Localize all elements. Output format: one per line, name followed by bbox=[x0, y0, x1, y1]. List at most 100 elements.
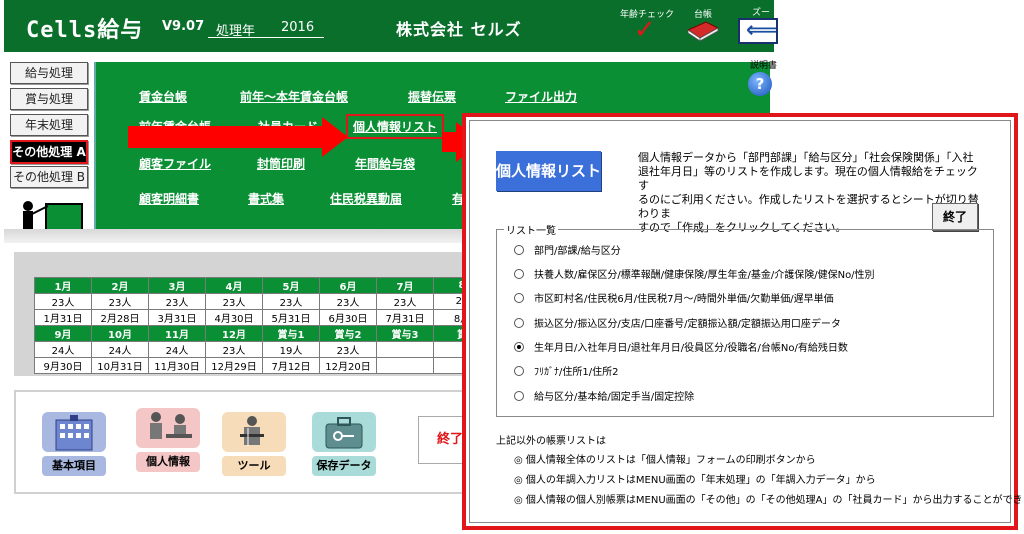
report-wage-ledger-link[interactable]: 賃金台帳 bbox=[139, 88, 187, 105]
calendar-value-cell: 23人 bbox=[319, 293, 377, 310]
report-option-selected[interactable]: 生年月日/入社年月日/退社年月日/役員区分/役職名/台帳No/有給残日数 bbox=[514, 339, 848, 354]
radio-button[interactable] bbox=[514, 317, 524, 328]
calendar-month-cell: 5月 bbox=[262, 277, 320, 294]
radio-button[interactable] bbox=[514, 365, 524, 376]
help-icon[interactable]: ? bbox=[748, 72, 772, 96]
report-list-title: リスト一覧 bbox=[504, 222, 558, 237]
building-icon bbox=[42, 412, 106, 452]
calendar-value-cell: 9月30日 bbox=[34, 357, 92, 374]
tool-button[interactable]: ツール bbox=[222, 412, 286, 476]
radio-button-selected[interactable] bbox=[514, 341, 524, 352]
report-option[interactable]: 市区町村名/住民税6月/住民税7月～/時間外単価/欠勤単価/遅早単価 bbox=[514, 290, 834, 305]
calendar-header-row: 9月10月11月12月賞与1賞与2賞与3賞 bbox=[34, 325, 491, 342]
radio-button[interactable] bbox=[514, 390, 524, 401]
report-option-label: 扶養人数/雇保区分/標準報酬/健康保険/厚生年金/基金/介護保険/健保No/性別 bbox=[534, 270, 875, 281]
calendar-month-cell: 11月 bbox=[148, 325, 206, 342]
calendar-row: 1月31日2月28日3月31日4月30日5月31日6月30日7月31日8月 bbox=[34, 309, 491, 326]
calendar-month-cell: 3月 bbox=[148, 277, 206, 294]
menu-bonus-button[interactable]: 賞与処理 bbox=[10, 88, 88, 110]
ledger-label: 台帳 bbox=[694, 10, 713, 20]
report-option[interactable]: 振込区分/振込区分/支店/口座番号/定額振込額/定額振込用口座データ bbox=[514, 315, 841, 330]
calendar-value-cell: 10月31日 bbox=[91, 357, 149, 374]
calendar-month-cell: 4月 bbox=[205, 277, 263, 294]
description-line: 個人情報データから「部門部課」「給与区分」「社会保険関係」「入社 bbox=[638, 151, 974, 164]
calendar-value-cell bbox=[376, 357, 434, 374]
calendar-month-cell: 1月 bbox=[34, 277, 92, 294]
arrow-right-icon bbox=[322, 117, 348, 157]
menu-other-a-button[interactable]: その他処理 A bbox=[10, 140, 88, 164]
personal-info-list-button[interactable]: 個人情報リスト bbox=[496, 151, 601, 191]
report-file-output-link[interactable]: ファイル出力 bbox=[505, 88, 577, 105]
personal-info-list-dialog: 個人情報リスト 個人情報データから「部門部課」「給与区分」「社会保険関係」「入社… bbox=[462, 113, 1024, 530]
person-desk-icon bbox=[136, 408, 200, 448]
calendar-value-cell: 23人 bbox=[262, 293, 320, 310]
radio-button[interactable] bbox=[514, 268, 524, 279]
other-reports-title: 上記以外の帳票リストは bbox=[496, 436, 606, 447]
calendar-month-cell: 2月 bbox=[91, 277, 149, 294]
calendar-month-cell: 9月 bbox=[34, 325, 92, 342]
ledger-book-icon[interactable] bbox=[686, 20, 720, 42]
calendar-value-cell: 3月31日 bbox=[148, 309, 206, 326]
menu-other-b-button[interactable]: その他処理 B bbox=[10, 166, 88, 188]
calendar-month-cell: 賞与3 bbox=[376, 325, 434, 342]
company-name: 株式会社 セルズ bbox=[396, 20, 522, 39]
report-option-label: ﾌﾘｶﾞﾅ/住所1/住所2 bbox=[534, 367, 619, 378]
calendar-value-cell: 23人 bbox=[34, 293, 92, 310]
report-envelope-print-link[interactable]: 封筒印刷 bbox=[257, 155, 305, 172]
radio-button[interactable] bbox=[514, 292, 524, 303]
calendar-row: 23人23人23人23人23人23人23人23 bbox=[34, 293, 491, 310]
report-option[interactable]: ﾌﾘｶﾞﾅ/住所1/住所2 bbox=[514, 363, 618, 378]
report-personal-info-list-link[interactable]: 個人情報リスト bbox=[346, 114, 445, 139]
close-button[interactable]: 終了 bbox=[932, 203, 978, 231]
note-line: ◎ 個人の年調入力リストはMENU画面の「年末処理」の「年調入力データ」から bbox=[514, 475, 876, 486]
calendar-month-cell: 賞与2 bbox=[319, 325, 377, 342]
manual-label: 説明書 bbox=[750, 61, 778, 71]
report-annual-pay-envelope-link[interactable]: 年間給与袋 bbox=[355, 155, 415, 172]
briefcase-key-icon bbox=[312, 412, 376, 452]
checkmark-icon[interactable]: ✓ bbox=[634, 17, 656, 43]
report-option-label: 生年月日/入社年月日/退社年月日/役員区分/役職名/台帳No/有給残日数 bbox=[534, 343, 848, 354]
report-option[interactable]: 部門/部課/給与区分 bbox=[514, 242, 621, 257]
version-label: V9.07 bbox=[162, 19, 205, 34]
calendar-value-cell: 24人 bbox=[148, 341, 206, 358]
calendar-month-cell: 7月 bbox=[376, 277, 434, 294]
zoom-button[interactable] bbox=[738, 18, 778, 44]
basic-items-button[interactable]: 基本項目 bbox=[42, 412, 106, 476]
calendar-value-cell: 11月30日 bbox=[148, 357, 206, 374]
menu-salary-button[interactable]: 給与処理 bbox=[10, 62, 88, 84]
report-option-label: 振込区分/振込区分/支店/口座番号/定額振込額/定額振込用口座データ bbox=[534, 319, 841, 330]
report-prev-wage-ledger-link[interactable]: 前年～本年賃金台帳 bbox=[240, 88, 348, 105]
note-line: ◎ 個人情報全体のリストは「個人情報」フォームの印刷ボタンから bbox=[514, 455, 816, 466]
report-forms-collection-link[interactable]: 書式集 bbox=[248, 190, 284, 207]
app-header: Cells給与 V9.07 処理年 2016 株式会社 セルズ 年齢チェック ✓… bbox=[4, 0, 778, 52]
calendar-value-cell: 2月28日 bbox=[91, 309, 149, 326]
tool-desk-icon bbox=[222, 412, 286, 452]
app-title: Cells給与 bbox=[26, 18, 144, 43]
report-option-label: 市区町村名/住民税6月/住民税7月～/時間外単価/欠勤単価/遅早単価 bbox=[534, 294, 834, 305]
calendar-value-cell: 23人 bbox=[148, 293, 206, 310]
dialog-body: 個人情報リスト 個人情報データから「部門部課」「給与区分」「社会保険関係」「入社… bbox=[469, 120, 1024, 523]
calendar-value-cell: 5月31日 bbox=[262, 309, 320, 326]
report-customer-file-link[interactable]: 顧客ファイル bbox=[139, 155, 211, 172]
report-option[interactable]: 扶養人数/雇保区分/標準報酬/健康保険/厚生年金/基金/介護保険/健保No/性別 bbox=[514, 266, 875, 281]
calendar-value-cell: 12月20日 bbox=[319, 357, 377, 374]
report-option[interactable]: 給与区分/基本給/固定手当/固定控除 bbox=[514, 388, 694, 403]
report-resident-tax-change-link[interactable]: 住民税異動届 bbox=[330, 190, 402, 207]
menu-yearend-button[interactable]: 年末処理 bbox=[10, 114, 88, 136]
personal-info-button[interactable]: 個人情報 bbox=[136, 408, 200, 472]
calendar-value-cell: 23人 bbox=[376, 293, 434, 310]
calendar-header-row: 1月2月3月4月5月6月7月8 bbox=[34, 277, 491, 294]
calendar-value-cell: 7月12日 bbox=[262, 357, 320, 374]
note-line: ◎ 個人情報の個人別帳票はMENU画面の「その他」の「その他処理A」の「社員カー… bbox=[514, 495, 1024, 506]
calendar-value-cell: 23人 bbox=[91, 293, 149, 310]
report-transfer-slip-link[interactable]: 振替伝票 bbox=[408, 88, 456, 105]
radio-button[interactable] bbox=[514, 244, 524, 255]
basic-items-label: 基本項目 bbox=[42, 456, 106, 476]
year-label: 処理年 bbox=[216, 24, 256, 39]
report-customer-statement-link[interactable]: 顧客明細書 bbox=[139, 190, 199, 207]
pointer-arrow-body bbox=[128, 126, 324, 148]
saved-data-button[interactable]: 保存データ bbox=[312, 412, 376, 476]
calendar-value-cell: 23人 bbox=[205, 341, 263, 358]
calendar-month-cell: 6月 bbox=[319, 277, 377, 294]
personal-info-label: 個人情報 bbox=[136, 452, 200, 472]
